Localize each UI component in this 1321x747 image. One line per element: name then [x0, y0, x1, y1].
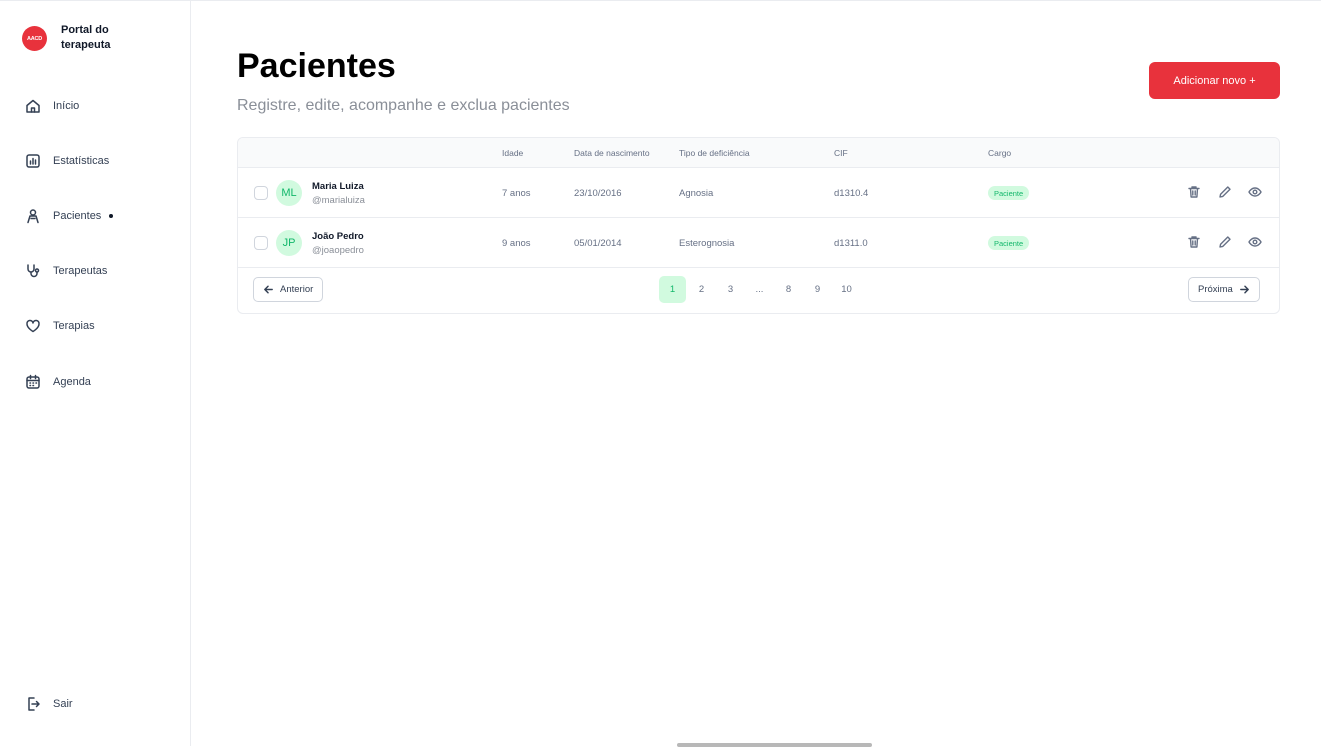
sidebar-item-label: Sair [53, 698, 73, 710]
view-button[interactable] [1248, 185, 1264, 201]
active-indicator [109, 214, 114, 218]
home-icon [26, 99, 40, 113]
arrow-left-icon [264, 285, 273, 294]
sidebar-item-sair[interactable]: Sair [25, 694, 73, 714]
edit-button[interactable] [1218, 235, 1234, 251]
cell-cif: d1310.4 [834, 188, 869, 199]
sidebar-item-label: Estatísticas [53, 155, 110, 167]
view-button[interactable] [1248, 235, 1264, 251]
delete-button[interactable] [1187, 185, 1203, 201]
sidebar-item-terapias[interactable]: Terapias [25, 316, 95, 336]
column-header-tipo-deficiencia[interactable]: Tipo de deficiência [679, 148, 750, 158]
calendar-icon [26, 374, 40, 389]
sidebar-item-label: Terapeutas [53, 265, 108, 277]
avatar: ML [276, 180, 302, 206]
sidebar: AACD Portal do terapeuta Início Estatíst… [0, 1, 191, 746]
pencil-icon [1219, 236, 1231, 248]
top-border [0, 0, 1321, 1]
person-icon [27, 209, 39, 224]
page-8[interactable]: 8 [775, 276, 802, 303]
patient-name: Maria Luiza [312, 181, 364, 192]
trash-icon [1188, 236, 1200, 248]
horizontal-scrollbar[interactable] [677, 743, 872, 747]
status-badge: Paciente [988, 186, 1030, 200]
cell-age: 7 anos [502, 188, 531, 199]
brand[interactable]: AACD Portal do terapeuta [22, 23, 141, 53]
patient-name: João Pedro [312, 231, 364, 242]
sidebar-item-label: Terapias [53, 320, 95, 332]
sidebar-item-label: Agenda [53, 376, 91, 388]
edit-button[interactable] [1218, 185, 1234, 201]
sidebar-item-agenda[interactable]: Agenda [25, 372, 91, 392]
delete-button[interactable] [1187, 235, 1203, 251]
page-1[interactable]: 1 [659, 276, 686, 303]
sidebar-item-label: Pacientes [53, 210, 102, 222]
patient-handle: @joaopedro [312, 245, 364, 256]
avatar: JP [276, 230, 302, 256]
aacd-logo: AACD [22, 26, 47, 51]
sidebar-item-label: Início [53, 100, 80, 112]
sidebar-item-pacientes[interactable]: Pacientes [25, 206, 114, 226]
cell-birth-date: 23/10/2016 [574, 188, 622, 199]
pagination: Anterior 1 2 3 ... 8 9 10 Próxima [238, 268, 1279, 313]
next-page-button[interactable]: Próxima [1188, 277, 1260, 302]
status-badge: Paciente [988, 236, 1030, 250]
column-header-cargo[interactable]: Cargo [988, 148, 1011, 158]
page-subtitle: Registre, edite, acompanhe e exclua paci… [237, 97, 570, 114]
next-page-label: Próxima [1198, 284, 1233, 295]
cell-cif: d1311.0 [834, 238, 868, 249]
sidebar-item-terapeutas[interactable]: Terapeutas [25, 261, 107, 281]
row-checkbox[interactable] [254, 236, 268, 250]
stethoscope-icon [27, 264, 40, 278]
cell-deficiency-type: Esterognosia [679, 238, 735, 249]
chart-icon [26, 154, 40, 168]
pencil-icon [1219, 186, 1231, 198]
eye-icon [1248, 187, 1262, 197]
cell-age: 9 anos [502, 238, 531, 249]
row-checkbox[interactable] [254, 186, 268, 200]
table-row: JP João Pedro @joaopedro 9 anos 05/01/20… [238, 218, 1279, 268]
cell-deficiency-type: Agnosia [679, 188, 714, 199]
page-10[interactable]: 10 [833, 276, 860, 303]
previous-page-button[interactable]: Anterior [253, 277, 324, 302]
page-3[interactable]: 3 [717, 276, 744, 303]
cell-birth-date: 05/01/2014 [574, 238, 622, 249]
brand-title: Portal do terapeuta [61, 24, 111, 51]
logout-icon [28, 697, 40, 711]
page-title: Pacientes [237, 47, 396, 85]
page-2[interactable]: 2 [688, 276, 715, 303]
column-header-cif[interactable]: CIF [834, 148, 848, 158]
sidebar-item-estatisticas[interactable]: Estatísticas [25, 151, 109, 171]
column-header-data-nascimento[interactable]: Data de nascimento [574, 148, 650, 158]
column-header-idade[interactable]: Idade [502, 148, 523, 158]
arrow-right-icon [1239, 285, 1249, 294]
table-row: ML Maria Luiza @marialuiza 7 anos 23/10/… [238, 168, 1279, 218]
table-header: Idade Data de nascimento Tipo de deficiê… [238, 138, 1279, 168]
add-new-button[interactable]: Adicionar novo + [1149, 62, 1280, 99]
patient-handle: @marialuiza [312, 195, 365, 206]
page-ellipsis: ... [755, 284, 764, 295]
eye-icon [1248, 237, 1262, 247]
trash-icon [1188, 186, 1200, 198]
page-9[interactable]: 9 [804, 276, 831, 303]
previous-page-label: Anterior [280, 284, 314, 295]
patients-table: Idade Data de nascimento Tipo de deficiê… [237, 137, 1280, 314]
heart-icon [26, 319, 40, 333]
sidebar-item-inicio[interactable]: Início [25, 96, 79, 116]
